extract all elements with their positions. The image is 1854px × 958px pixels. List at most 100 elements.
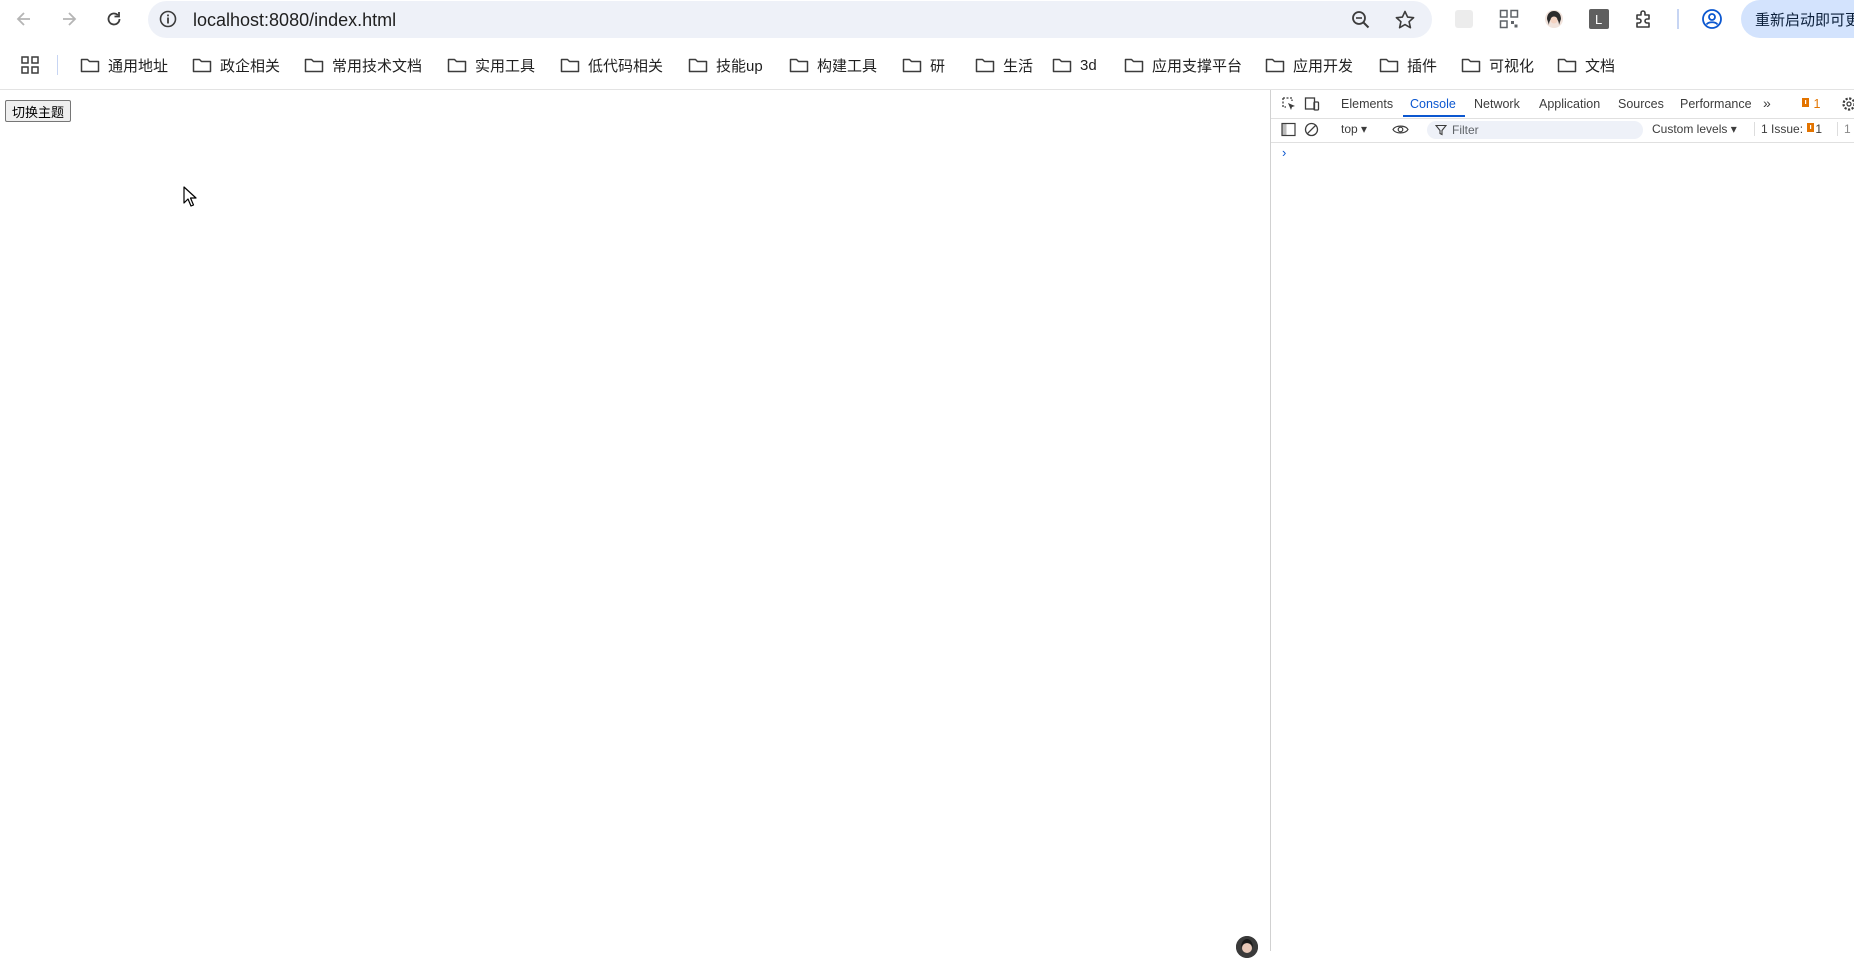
active-tab-indicator [1403, 115, 1465, 117]
reload-icon[interactable] [100, 5, 128, 33]
bookmark-folder-item[interactable]: 可视化 [1461, 54, 1534, 76]
bookmark-label: 通用地址 [108, 55, 168, 76]
bookmark-label: 3d [1080, 57, 1097, 74]
bookmark-label: 插件 [1407, 55, 1437, 76]
back-icon[interactable] [10, 5, 38, 33]
bookmark-label: 技能up [716, 55, 763, 76]
bookmark-label: 文档 [1585, 55, 1615, 76]
page-content: 切换主题 [0, 90, 1269, 951]
folder-icon [1265, 57, 1285, 73]
folder-icon [80, 57, 100, 73]
bookmark-label: 应用开发 [1293, 55, 1353, 76]
console-toolbar: top ▾ Filter Custom levels ▾ 1 Issue: 1 … [1271, 118, 1854, 143]
hidden-messages-count: 1 hi [1837, 122, 1854, 136]
live-expression-eye-icon[interactable] [1392, 122, 1409, 140]
bookmarks-bar: 通用地址 政企相关 常用技术文档 实用工具 低代码相关 技能up 构建工具 研 生活 3d 应用支撑… [0, 46, 1854, 84]
clear-console-icon[interactable] [1304, 122, 1319, 140]
folder-icon [447, 57, 467, 73]
sidebar-toggle-icon[interactable] [1281, 122, 1296, 140]
bookmark-folder-item[interactable]: 构建工具 [789, 54, 877, 76]
bookmark-folder-item[interactable]: 实用工具 [447, 54, 535, 76]
url-text[interactable]: localhost:8080/index.html [193, 10, 396, 31]
blank-extension-icon[interactable] [1453, 8, 1475, 30]
bookmark-folder-item[interactable]: 政企相关 [192, 54, 280, 76]
browser-toolbar: localhost:8080/index.html L 重新启动即可更 [0, 0, 1854, 38]
settings-gear-icon[interactable] [1841, 96, 1854, 115]
tab-network[interactable]: Network [1474, 97, 1520, 111]
issues-badge[interactable]: 1 [1801, 97, 1820, 111]
folder-icon [1557, 57, 1577, 73]
context-selector[interactable]: top ▾ [1341, 122, 1367, 136]
console-issues-link[interactable]: 1 Issue: 1 [1754, 122, 1822, 136]
bookmarks-separator [57, 55, 58, 75]
bookmark-folder-item[interactable]: 插件 [1379, 54, 1437, 76]
floating-avatar-icon[interactable] [1236, 936, 1258, 958]
folder-icon [902, 57, 922, 73]
folder-icon [1461, 57, 1481, 73]
tab-sources[interactable]: Sources [1618, 97, 1664, 111]
address-bar[interactable]: localhost:8080/index.html [148, 1, 1432, 38]
qr-code-icon[interactable] [1498, 8, 1520, 30]
devtools-panel: Elements Console Network Application Sou… [1270, 90, 1854, 951]
folder-icon [1124, 57, 1144, 73]
zoom-icon[interactable] [1350, 9, 1372, 36]
folder-icon [560, 57, 580, 73]
toolbar-separator [1677, 9, 1679, 29]
console-issues-label: 1 Issue: [1761, 122, 1803, 136]
issues-badge-count: 1 [1813, 97, 1820, 111]
bookmark-label: 低代码相关 [588, 55, 663, 76]
log-levels-label: Custom levels [1652, 122, 1727, 136]
tab-console[interactable]: Console [1410, 97, 1456, 111]
bookmark-folder-item[interactable]: 应用开发 [1265, 54, 1353, 76]
log-levels-dropdown[interactable]: Custom levels ▾ [1652, 122, 1737, 136]
bookmark-label: 生活 [1003, 55, 1033, 76]
bookmark-folder-item[interactable]: 通用地址 [80, 54, 168, 76]
bookmark-folder-item[interactable]: 生活 [975, 54, 1033, 76]
tab-application[interactable]: Application [1539, 97, 1600, 111]
folder-icon [789, 57, 809, 73]
bookmark-label: 应用支撑平台 [1152, 55, 1242, 76]
avatar-extension-icon[interactable] [1543, 8, 1565, 30]
tab-elements[interactable]: Elements [1341, 97, 1393, 111]
bookmark-folder-item[interactable]: 常用技术文档 [304, 54, 422, 76]
bookmark-star-icon[interactable] [1394, 9, 1416, 36]
site-info-icon[interactable] [158, 9, 178, 34]
bookmark-folder-item[interactable]: 研 [902, 54, 945, 76]
theme-toggle-button[interactable]: 切换主题 [5, 100, 71, 122]
bookmark-folder-item[interactable]: 应用支撑平台 [1124, 54, 1242, 76]
folder-icon [304, 57, 324, 73]
l-extension-icon[interactable]: L [1588, 8, 1610, 30]
more-tabs-chevron-icon[interactable]: » [1763, 95, 1771, 111]
bookmark-folder-item[interactable]: 技能up [688, 54, 763, 76]
apps-grid-icon[interactable] [20, 55, 40, 80]
folder-icon [1052, 57, 1072, 73]
filter-funnel-icon [1435, 124, 1447, 136]
bookmark-label: 研 [930, 55, 945, 76]
bookmark-label: 构建工具 [817, 55, 877, 76]
devtools-tabbar: Elements Console Network Application Sou… [1271, 90, 1854, 119]
folder-icon [1379, 57, 1399, 73]
svg-text:L: L [1595, 12, 1602, 27]
profile-icon[interactable] [1701, 8, 1723, 30]
puzzle-extensions-icon[interactable] [1633, 8, 1655, 30]
tab-performance[interactable]: Performance [1680, 97, 1752, 111]
console-prompt[interactable]: › [1282, 145, 1286, 160]
bookmark-folder-item[interactable]: 文档 [1557, 54, 1615, 76]
console-issues-count: 1 [1815, 122, 1822, 136]
bookmark-folder-item[interactable]: 低代码相关 [560, 54, 663, 76]
folder-icon [688, 57, 708, 73]
restart-button[interactable]: 重新启动即可更 [1741, 0, 1854, 38]
bookmark-folder-item[interactable]: 3d [1052, 54, 1097, 76]
forward-icon[interactable] [55, 5, 83, 33]
folder-icon [192, 57, 212, 73]
console-filter-input[interactable]: Filter [1427, 121, 1643, 139]
folder-icon [975, 57, 995, 73]
filter-placeholder: Filter [1452, 123, 1479, 137]
issue-flag-icon [1801, 98, 1810, 108]
bookmark-label: 可视化 [1489, 55, 1534, 76]
device-toolbar-icon[interactable] [1304, 96, 1320, 115]
mouse-cursor-icon [183, 186, 197, 213]
bookmark-label: 实用工具 [475, 55, 535, 76]
inspect-element-icon[interactable] [1281, 96, 1297, 115]
bookmark-label: 政企相关 [220, 55, 280, 76]
